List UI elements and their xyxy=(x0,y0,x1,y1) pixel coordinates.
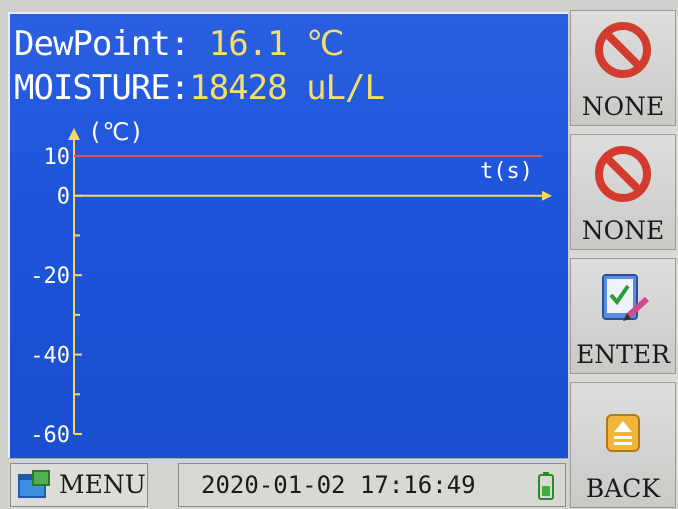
y-tick-label: -60 xyxy=(30,423,70,448)
y-tick-label: 10 xyxy=(44,145,71,170)
softkey-1-label: NONE xyxy=(581,92,665,121)
no-entry-icon xyxy=(595,146,651,202)
y-tick-label: -40 xyxy=(30,344,70,369)
status-bar: MENU 2020-01-02 17:16:49 xyxy=(8,458,568,509)
x-axis-arrow xyxy=(542,190,552,201)
checklist-pen-icon xyxy=(602,274,650,321)
eject-up-icon xyxy=(606,414,640,452)
x-axis-label: t(s) xyxy=(480,159,533,184)
no-entry-icon xyxy=(595,22,651,78)
datetime-label: 2020-01-02 17:16:49 xyxy=(201,471,476,499)
y-axis-label: (℃) xyxy=(88,118,144,146)
menu-button[interactable]: MENU xyxy=(10,463,148,507)
softkey-2-label: NONE xyxy=(581,216,665,245)
y-tick-label: 0 xyxy=(57,185,70,210)
measurement-screen: DewPoint: 16.1 ℃ MOISTURE:18428 uL/L (℃)… xyxy=(8,12,568,458)
softkey-panel: NONE NONE ENTER BACK xyxy=(570,10,678,508)
softkey-1-none-button[interactable]: NONE xyxy=(570,10,676,126)
menu-label: MENU xyxy=(59,470,146,499)
y-axis-arrow xyxy=(68,128,80,140)
softkey-enter-button[interactable]: ENTER xyxy=(570,258,676,374)
battery-icon xyxy=(538,472,554,500)
dewpoint-trend-chart: (℃) t(s) 10 0 -20 -40 -60 xyxy=(30,118,552,448)
window-menu-icon xyxy=(18,470,50,498)
datetime-display: 2020-01-02 17:16:49 xyxy=(178,463,566,507)
softkey-2-none-button[interactable]: NONE xyxy=(570,134,676,250)
softkey-back-button[interactable]: BACK xyxy=(570,382,676,508)
softkey-enter-label: ENTER xyxy=(576,340,670,369)
softkey-back-label: BACK xyxy=(585,474,661,503)
y-tick-label: -20 xyxy=(30,264,70,289)
